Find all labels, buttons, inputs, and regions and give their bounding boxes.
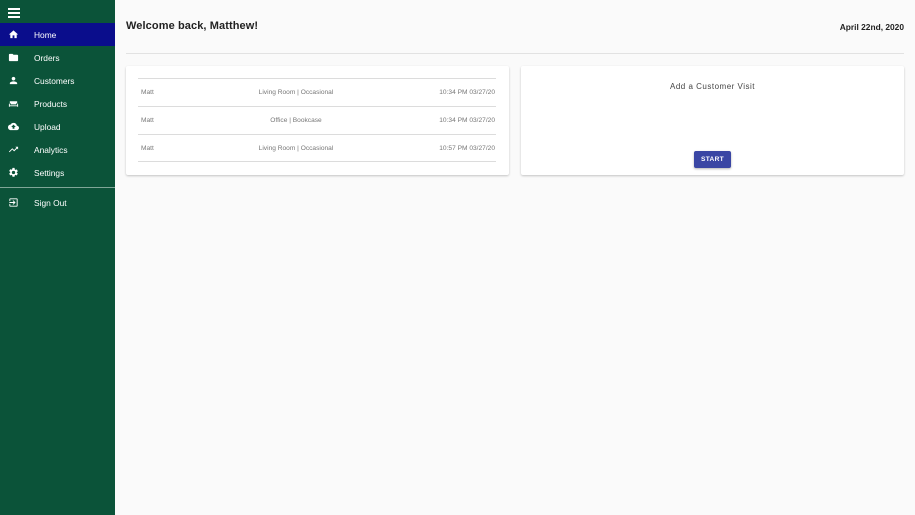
table-row[interactable]: Matt Office | Bookcase 10:34 PM 03/27/20 xyxy=(138,106,496,134)
sidebar-item-upload[interactable]: Upload xyxy=(0,115,115,138)
sidebar-item-label: Orders xyxy=(34,52,60,63)
visit-time: 10:57 PM 03/27/20 xyxy=(439,145,495,152)
sidebar-item-settings[interactable]: Settings xyxy=(0,161,115,184)
add-visit-title: Add a Customer Visit xyxy=(670,82,755,91)
sofa-icon xyxy=(8,98,19,109)
sidebar-item-label: Settings xyxy=(34,167,65,178)
sidebar-item-label: Upload xyxy=(34,121,61,132)
sidebar-item-label: Home xyxy=(34,29,57,40)
sidebar-divider xyxy=(0,187,115,188)
header-divider xyxy=(126,53,904,54)
person-icon xyxy=(8,75,19,86)
recent-visits-card: Matt Living Room | Occasional 10:34 PM 0… xyxy=(126,66,509,175)
home-icon xyxy=(8,29,19,40)
sidebar-nav: Home Orders Customers Products Upload An… xyxy=(0,23,115,184)
sidebar-item-home[interactable]: Home xyxy=(0,23,115,46)
sidebar-item-customers[interactable]: Customers xyxy=(0,69,115,92)
visit-time: 10:34 PM 03/27/20 xyxy=(439,89,495,96)
visit-room: Office | Bookcase xyxy=(270,117,322,124)
sign-out-icon xyxy=(8,197,19,208)
sidebar-item-label: Products xyxy=(34,98,68,109)
visit-time: 10:34 PM 03/27/20 xyxy=(439,117,495,124)
page-title: Welcome back, Matthew! xyxy=(126,20,259,32)
table-row[interactable]: Matt Living Room | Occasional 10:57 PM 0… xyxy=(138,134,496,162)
sidebar-item-analytics[interactable]: Analytics xyxy=(0,138,115,161)
visit-room: Living Room | Occasional xyxy=(258,145,334,152)
sign-out-button[interactable]: Sign Out xyxy=(0,191,115,214)
sign-out-label: Sign Out xyxy=(34,197,67,208)
sidebar-item-label: Analytics xyxy=(34,144,68,155)
sidebar-item-orders[interactable]: Orders xyxy=(0,46,115,69)
sidebar: Home Orders Customers Products Upload An… xyxy=(0,0,115,515)
sidebar-item-label: Customers xyxy=(34,75,75,86)
cloud-upload-icon xyxy=(8,121,19,132)
add-customer-visit-card: Add a Customer Visit START xyxy=(521,66,904,175)
hamburger-icon[interactable] xyxy=(8,8,20,18)
recent-visits-table: Matt Living Room | Occasional 10:34 PM 0… xyxy=(138,78,496,162)
table-row[interactable]: Matt Living Room | Occasional 10:34 PM 0… xyxy=(138,78,496,106)
trending-icon xyxy=(8,144,19,155)
visit-room: Living Room | Occasional xyxy=(258,89,334,96)
current-date: April 22nd, 2020 xyxy=(839,22,904,32)
sidebar-signout-section: Sign Out xyxy=(0,191,115,214)
gear-icon xyxy=(8,167,19,178)
sidebar-item-products[interactable]: Products xyxy=(0,92,115,115)
start-button[interactable]: START xyxy=(694,151,731,168)
folder-icon xyxy=(8,52,19,63)
